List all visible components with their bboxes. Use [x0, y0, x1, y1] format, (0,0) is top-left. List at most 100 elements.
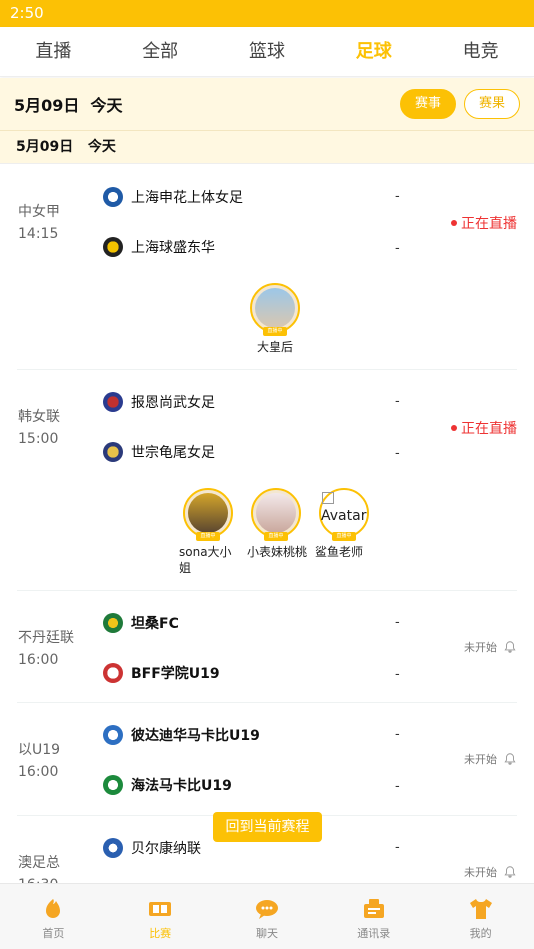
status-label: 未开始	[464, 866, 497, 879]
tab-esports[interactable]: 电竞	[427, 27, 534, 76]
home-team-name: 贝尔康纳联	[131, 841, 201, 857]
anchor-item[interactable]: 直播中 大皇后	[242, 283, 308, 355]
match-item[interactable]: 韩女联 15:00 报恩尚武女足 世宗龟尾女足 - - 正在直播 直播中 son…	[17, 370, 517, 591]
status-bar: 2:50	[0, 0, 534, 27]
match-item[interactable]: 以U19 16:00 彼达迪华马卡比U19 海法马卡比U19 - - 未开始	[17, 703, 517, 816]
match-time: 16:30	[18, 874, 60, 883]
team-logo-icon	[103, 663, 123, 683]
nav-label: 比赛	[149, 927, 172, 940]
home-team: 上海申花上体女足	[103, 187, 243, 207]
tab-basketball[interactable]: 篮球	[214, 27, 321, 76]
home-team: 彼达迪华马卡比U19	[103, 725, 260, 745]
team-logo-icon	[103, 187, 123, 207]
league-info: 澳足总 16:30	[18, 852, 60, 883]
match-status[interactable]: 未开始	[464, 751, 517, 767]
team-logo-icon	[103, 613, 123, 633]
match-time: 15:00	[18, 431, 59, 447]
bell-icon[interactable]	[503, 640, 517, 654]
live-tag: 直播中	[263, 327, 287, 336]
anchor-list: 直播中 大皇后	[242, 283, 310, 355]
match-time: 16:00	[18, 652, 59, 668]
away-score: -	[395, 446, 400, 461]
section-date-value: 5月09日	[16, 139, 74, 155]
avatar: 直播中	[251, 488, 301, 541]
avatar: 直播中	[183, 488, 233, 541]
team-logo-icon	[103, 838, 123, 858]
avatar-broken-image-icon	[322, 492, 334, 504]
anchor-name: sona大小姐	[179, 545, 232, 575]
home-team-name: 报恩尚武女足	[131, 395, 215, 411]
match-status[interactable]: 未开始	[464, 639, 517, 655]
away-team: 海法马卡比U19	[103, 775, 232, 795]
nav-contacts[interactable]: 通讯录	[320, 884, 427, 949]
avatar-image	[255, 288, 295, 328]
status-label: 正在直播	[461, 216, 517, 232]
sport-tabs: 直播 全部 篮球 足球 电竞	[0, 27, 534, 77]
home-team: 报恩尚武女足	[103, 392, 215, 412]
nav-matches[interactable]: 比赛	[107, 884, 214, 949]
home-icon	[46, 899, 61, 918]
live-status[interactable]: 正在直播	[451, 418, 517, 438]
team-logo-icon	[103, 442, 123, 462]
away-team-name: 海法马卡比U19	[131, 778, 232, 794]
tab-football[interactable]: 足球	[320, 27, 427, 76]
nav-profile[interactable]: 我的	[427, 884, 534, 949]
match-item[interactable]: 不丹廷联 16:00 坦桑FC BFF学院U19 - - 未开始	[17, 591, 517, 703]
nav-home[interactable]: 首页	[0, 884, 107, 949]
back-to-current-button[interactable]: 回到当前赛程	[213, 812, 322, 842]
live-tag: 直播中	[196, 532, 220, 541]
nav-chat[interactable]: 聊天	[214, 884, 321, 949]
match-list[interactable]: 中女甲 14:15 上海申花上体女足 上海球盛东华 - - 正在直播 直播中 大…	[0, 165, 534, 883]
anchor-list: 直播中 sona大小姐 直播中 小表妹桃桃 Avatar 直播中 鲨鱼老师	[175, 488, 379, 576]
league-info: 韩女联 15:00	[18, 406, 60, 450]
league-name: 韩女联	[18, 409, 60, 425]
schedule-button[interactable]: 赛事	[399, 89, 456, 119]
anchor-name: 小表妹桃桃	[247, 545, 308, 559]
live-tag: 直播中	[332, 532, 356, 541]
league-name: 澳足总	[18, 855, 60, 871]
league-name: 不丹廷联	[18, 630, 74, 646]
league-info: 不丹廷联 16:00	[18, 627, 74, 671]
home-score: -	[395, 189, 400, 204]
avatar: 直播中	[250, 283, 300, 336]
tab-all[interactable]: 全部	[107, 27, 214, 76]
live-dot-icon	[451, 425, 457, 431]
team-logo-icon	[103, 392, 123, 412]
away-team-name: 上海球盛东华	[131, 240, 215, 256]
match-time: 14:15	[18, 226, 59, 242]
match-status[interactable]: 未开始	[464, 864, 517, 880]
away-score: -	[395, 779, 400, 794]
anchor-item[interactable]: 直播中 sona大小姐	[175, 488, 241, 576]
anchor-name: 大皇后	[256, 340, 293, 354]
live-tag: 直播中	[264, 532, 288, 541]
nav-label: 通讯录	[357, 927, 391, 940]
away-team-name: 世宗龟尾女足	[131, 445, 215, 461]
status-time: 2:50	[10, 4, 44, 22]
anchor-item[interactable]: Avatar 直播中 鲨鱼老师	[311, 488, 377, 576]
home-score: -	[395, 394, 400, 409]
home-team-name: 坦桑FC	[131, 616, 179, 632]
home-score: -	[395, 840, 400, 855]
results-button[interactable]: 赛果	[463, 89, 520, 119]
tab-live[interactable]: 直播	[0, 27, 107, 76]
home-team: 坦桑FC	[103, 613, 179, 633]
status-label: 未开始	[464, 753, 497, 766]
status-label: 未开始	[464, 641, 497, 654]
avatar-image	[256, 493, 296, 533]
nav-label: 聊天	[255, 927, 278, 940]
bell-icon[interactable]	[503, 865, 517, 879]
home-team: 贝尔康纳联	[103, 838, 201, 858]
match-item[interactable]: 中女甲 14:15 上海申花上体女足 上海球盛东华 - - 正在直播 直播中 大…	[17, 165, 517, 370]
avatar: Avatar 直播中	[319, 488, 369, 541]
live-status[interactable]: 正在直播	[451, 213, 517, 233]
away-score: -	[395, 241, 400, 256]
away-team: 上海球盛东华	[103, 237, 215, 257]
league-name: 以U19	[18, 742, 61, 758]
bell-icon[interactable]	[503, 752, 517, 766]
league-info: 以U19 16:00	[18, 739, 60, 783]
section-day-value: 今天	[87, 139, 116, 155]
date-value: 5月09日	[14, 96, 80, 115]
home-score: -	[395, 727, 400, 742]
anchor-item[interactable]: 直播中 小表妹桃桃	[243, 488, 309, 576]
away-team-name: BFF学院U19	[131, 666, 220, 682]
